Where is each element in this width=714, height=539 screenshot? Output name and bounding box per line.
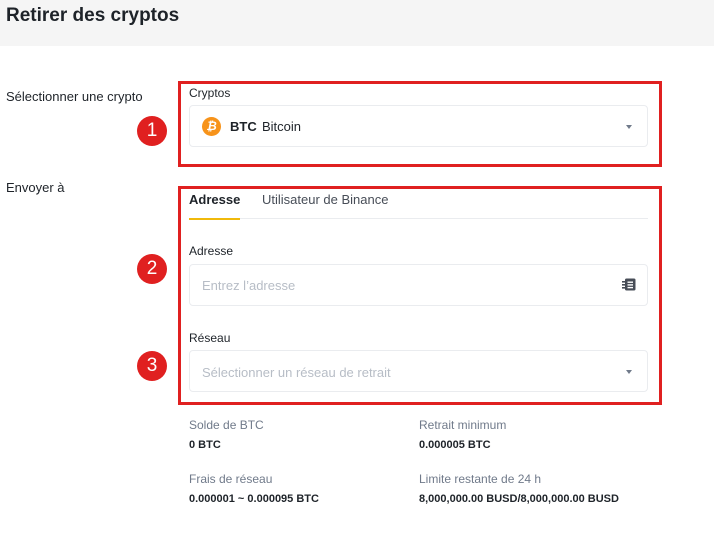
network-fee-label: Frais de réseau — [189, 472, 273, 486]
min-withdrawal-value: 0.000005 BTC — [419, 439, 491, 451]
balance-label: Solde de BTC — [189, 418, 264, 432]
annotation-box-send-to — [178, 186, 662, 405]
send-to-label: Envoyer à — [6, 180, 65, 195]
daily-limit-label: Limite restante de 24 h — [419, 472, 542, 486]
page-title: Retirer des cryptos — [6, 5, 180, 26]
annotation-badge-1: 1 — [137, 116, 167, 146]
select-crypto-label: Sélectionner une crypto — [6, 89, 143, 104]
daily-limit-value: 8,000,000.00 BUSD/8,000,000.00 BUSD — [419, 493, 619, 505]
annotation-box-crypto — [178, 81, 662, 167]
annotation-badge-3: 3 — [137, 351, 167, 381]
min-withdrawal-label: Retrait minimum — [419, 418, 507, 432]
network-fee-value: 0.000001 ~ 0.000095 BTC — [189, 493, 319, 505]
annotation-badge-2: 2 — [137, 254, 167, 284]
page-header: Retirer des cryptos — [0, 0, 714, 46]
balance-value: 0 BTC — [189, 439, 221, 451]
